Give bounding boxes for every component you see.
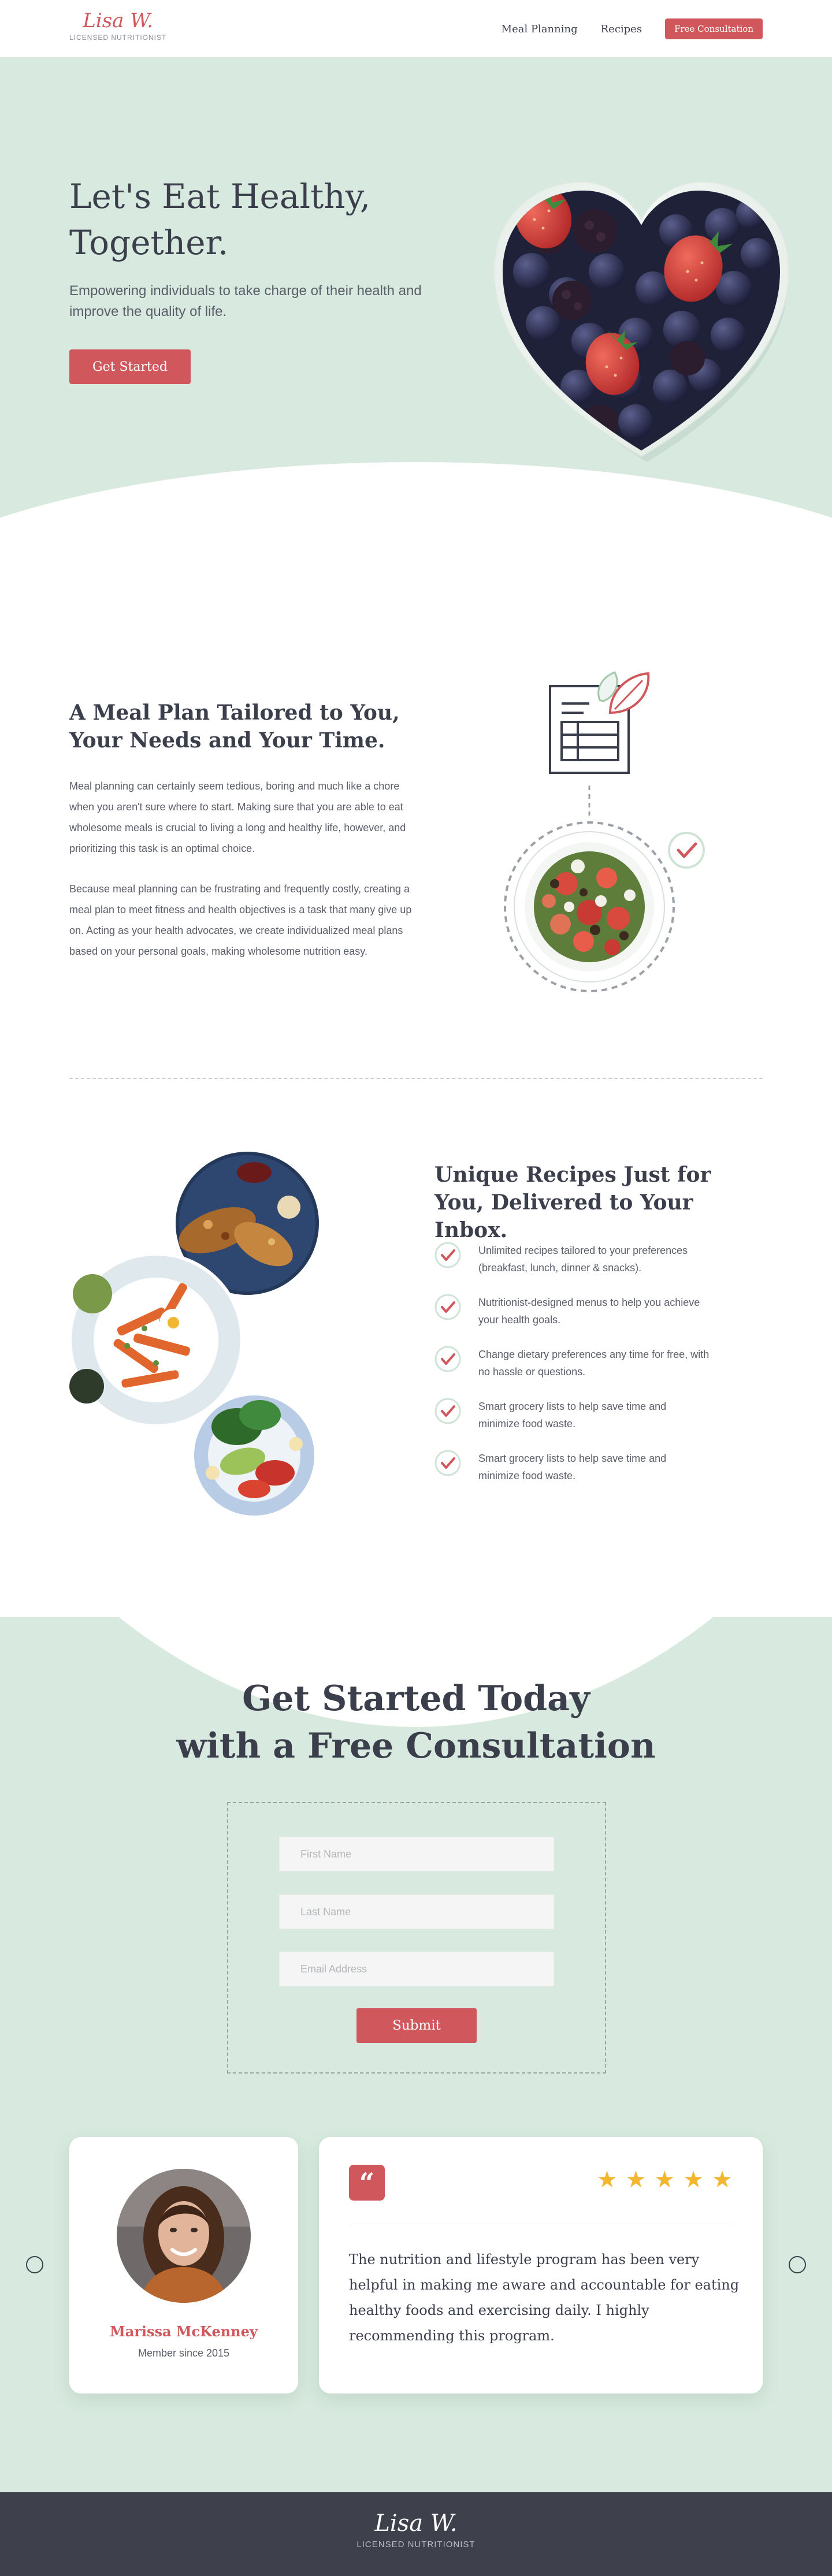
heart-bowl-berries-image <box>493 181 790 462</box>
carousel-prev-button[interactable] <box>26 2256 43 2273</box>
list-item: Nutritionist-designed menus to help you … <box>434 1294 758 1346</box>
check-icon <box>434 1450 461 1476</box>
check-icon <box>434 1346 461 1372</box>
first-name-field[interactable]: First Name <box>279 1837 554 1871</box>
feature-text: Smart grocery lists to help save time an… <box>478 1401 667 1430</box>
avocado-plate-image <box>192 1393 317 1518</box>
last-name-field[interactable]: Last Name <box>279 1894 554 1929</box>
star-icon: ★ <box>712 2167 733 2192</box>
check-icon <box>434 1294 461 1320</box>
logo[interactable]: Lisa W. LICENSED NUTRITIONIST <box>69 9 166 42</box>
recipe-food-images <box>69 1152 319 1518</box>
footer-logo-subtitle: LICENSED NUTRITIONIST <box>356 2540 476 2549</box>
check-icon <box>434 1398 461 1424</box>
submit-button[interactable]: Submit <box>356 2008 477 2043</box>
feature-text: Nutritionist-designed menus to help you … <box>478 1297 700 1326</box>
logo-subtitle: LICENSED NUTRITIONIST <box>69 33 167 42</box>
meal-plan-illustration <box>504 671 705 992</box>
nav-meal-planning[interactable]: Meal Planning <box>502 23 578 35</box>
feature-text: Change dietary preferences any time for … <box>478 1349 710 1378</box>
list-item: Smart grocery lists to help save time an… <box>434 1450 758 1502</box>
email-field[interactable]: Email Address <box>279 1952 554 1986</box>
recipe-features-list: Unlimited recipes tailored to your prefe… <box>434 1242 758 1502</box>
site-footer: Lisa W. LICENSED NUTRITIONIST <box>0 2492 832 2576</box>
check-icon <box>434 1242 461 1268</box>
star-icon: ★ <box>654 2167 675 2192</box>
testimonial-quote-card: “ ★ ★ ★ ★ ★ The nutrition and lifestyle … <box>319 2137 763 2393</box>
footer-logo-script: Lisa W. <box>374 2510 458 2537</box>
recipes-title: Unique Recipes Just for You, Delivered t… <box>434 1163 711 1242</box>
testimonial-profile-card: Marissa McKenney Member since 2015 <box>69 2137 298 2393</box>
get-started-button[interactable]: Get Started <box>69 349 191 384</box>
meal-plan-paragraph-1: Meal planning can certainly seem tedious… <box>69 780 406 854</box>
check-badge-icon <box>668 832 705 869</box>
avatar <box>117 2169 251 2303</box>
meal-plan-paragraph-2: Because meal planning can be frustrating… <box>69 883 412 957</box>
consultation-section: Get Started Today with a Free Consultati… <box>0 1617 832 2492</box>
section-divider <box>69 1078 763 1079</box>
feature-text: Smart grocery lists to help save time an… <box>478 1453 667 1481</box>
meal-plan-title: A Meal Plan Tailored to You, Your Needs … <box>69 701 400 753</box>
star-icon: ★ <box>683 2167 704 2192</box>
leaf-icon <box>597 671 650 714</box>
consultation-form: First Name Last Name Email Address Submi… <box>227 1802 606 2074</box>
quote-icon: “ <box>349 2165 385 2201</box>
consultation-title: Get Started Today with a Free Consultati… <box>0 1675 832 1770</box>
nav-recipes[interactable]: Recipes <box>601 23 642 35</box>
hero-title: Let's Eat Healthy, Together. <box>69 177 371 262</box>
star-icon: ★ <box>596 2167 618 2192</box>
logo-script: Lisa W. <box>83 9 154 32</box>
member-since: Member since 2015 <box>138 2347 230 2359</box>
main-nav: Meal Planning Recipes Free Consultation <box>502 18 763 39</box>
hero-section: Let's Eat Healthy, Together. Empowering … <box>0 58 832 583</box>
testimonial-quote: The nutrition and lifestyle program has … <box>349 2251 740 2344</box>
list-item: Unlimited recipes tailored to your prefe… <box>434 1242 758 1294</box>
hero-text: Empowering individuals to take charge of… <box>69 283 422 319</box>
carousel-next-button[interactable] <box>789 2256 806 2273</box>
hero-curve <box>0 462 832 583</box>
footer-logo[interactable]: Lisa W. LICENSED NUTRITIONIST <box>0 2510 832 2549</box>
testimonial-name: Marissa McKenney <box>110 2323 258 2340</box>
site-header: Lisa W. LICENSED NUTRITIONIST Meal Plann… <box>0 0 832 58</box>
consultation-title-line-1: Get Started Today <box>242 1678 590 1719</box>
list-item: Smart grocery lists to help save time an… <box>434 1398 758 1450</box>
consultation-title-line-2: with a Free Consultation <box>176 1726 656 1766</box>
rating-stars: ★ ★ ★ ★ ★ <box>597 2168 733 2191</box>
sweet-potato-bowl-image <box>69 1252 244 1428</box>
feature-text: Unlimited recipes tailored to your prefe… <box>478 1245 688 1274</box>
list-item: Change dietary preferences any time for … <box>434 1346 758 1398</box>
free-consultation-button[interactable]: Free Consultation <box>665 18 763 39</box>
star-icon: ★ <box>625 2167 647 2192</box>
